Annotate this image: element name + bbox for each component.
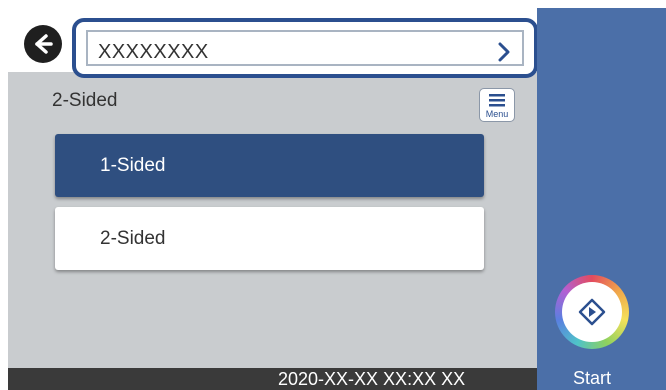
menu-icon: [489, 94, 505, 107]
main-panel: XXXXXXXX 2-Sided Menu 1-Sided 2-Sided: [8, 8, 538, 368]
status-bar: 2020-XX-XX XX:XX XX: [8, 368, 537, 390]
destination-path-value: XXXXXXXX: [98, 41, 209, 63]
printer-screen: XXXXXXXX 2-Sided Menu 1-Sided 2-Sided 20…: [8, 8, 666, 390]
menu-label: Menu: [485, 109, 509, 119]
option-1-sided[interactable]: 1-Sided: [55, 134, 484, 197]
chevron-right-icon: [498, 42, 510, 62]
start-label: Start: [572, 368, 611, 388]
menu-button[interactable]: Menu: [479, 88, 515, 122]
setting-title: 2-Sided: [52, 90, 118, 111]
start-button-face: [562, 282, 622, 342]
back-arrow-icon: [35, 34, 53, 54]
destination-path-field[interactable]: XXXXXXXX: [72, 18, 538, 78]
destination-path-inner: XXXXXXXX: [86, 30, 524, 66]
status-datetime: 2020-XX-XX XX:XX XX: [278, 369, 466, 389]
back-button[interactable]: [24, 25, 62, 63]
option-label: 2-Sided: [100, 227, 166, 249]
side-panel: Start: [537, 8, 666, 390]
start-button[interactable]: [555, 275, 629, 349]
start-icon: [578, 298, 606, 326]
option-2-sided[interactable]: 2-Sided: [55, 207, 484, 270]
option-label: 1-Sided: [100, 154, 166, 176]
